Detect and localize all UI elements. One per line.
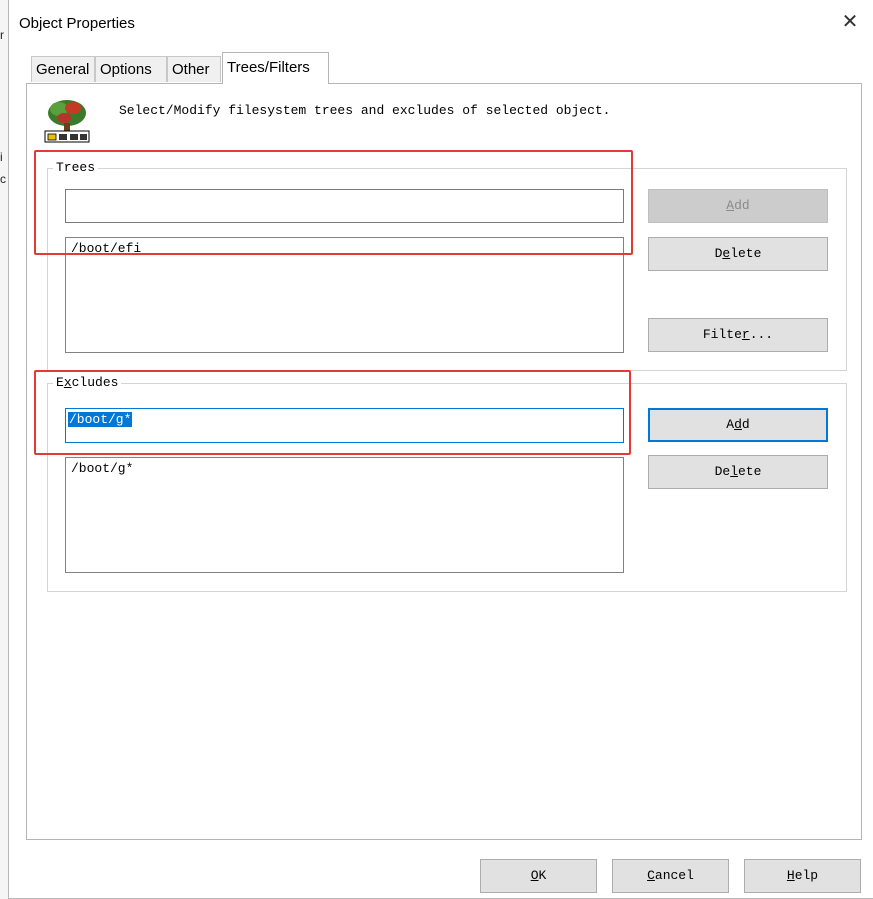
ok-button[interactable]: OK [480, 859, 597, 893]
excludes-path-input[interactable]: /boot/g* [65, 408, 624, 443]
dialog-title: Object Properties [19, 15, 135, 32]
trees-legend: Trees [53, 160, 99, 175]
tab-trees-filters[interactable]: Trees/Filters [222, 52, 329, 84]
tab-other[interactable]: Other [167, 56, 221, 82]
close-icon[interactable]: ✕ [838, 10, 862, 34]
background-text-fragment: c [0, 172, 6, 186]
trees-add-button[interactable]: Add [648, 189, 828, 223]
list-item[interactable]: /boot/g* [71, 461, 618, 476]
tab-general[interactable]: General [31, 56, 95, 82]
excludes-list[interactable]: /boot/g* [65, 457, 624, 573]
trees-delete-button[interactable]: Delete [648, 237, 828, 271]
help-button[interactable]: Help [744, 859, 861, 893]
cancel-button[interactable]: Cancel [612, 859, 729, 893]
trees-filter-button[interactable]: Filter... [648, 318, 828, 352]
excludes-legend: Excludes [53, 375, 122, 390]
excludes-delete-button[interactable]: Delete [648, 455, 828, 489]
tree-folder-icon [42, 99, 92, 143]
trees-path-input[interactable] [65, 189, 624, 223]
tab-options[interactable]: Options [95, 56, 167, 82]
background-text-fragment: r [0, 28, 4, 42]
trees-list[interactable]: /boot/efi [65, 237, 624, 353]
background-text-fragment: i [0, 150, 3, 164]
description-text: Select/Modify filesystem trees and exclu… [119, 103, 611, 118]
excludes-add-button[interactable]: Add [648, 408, 828, 442]
list-item[interactable]: /boot/efi [71, 241, 618, 256]
selected-text: /boot/g* [68, 412, 133, 427]
